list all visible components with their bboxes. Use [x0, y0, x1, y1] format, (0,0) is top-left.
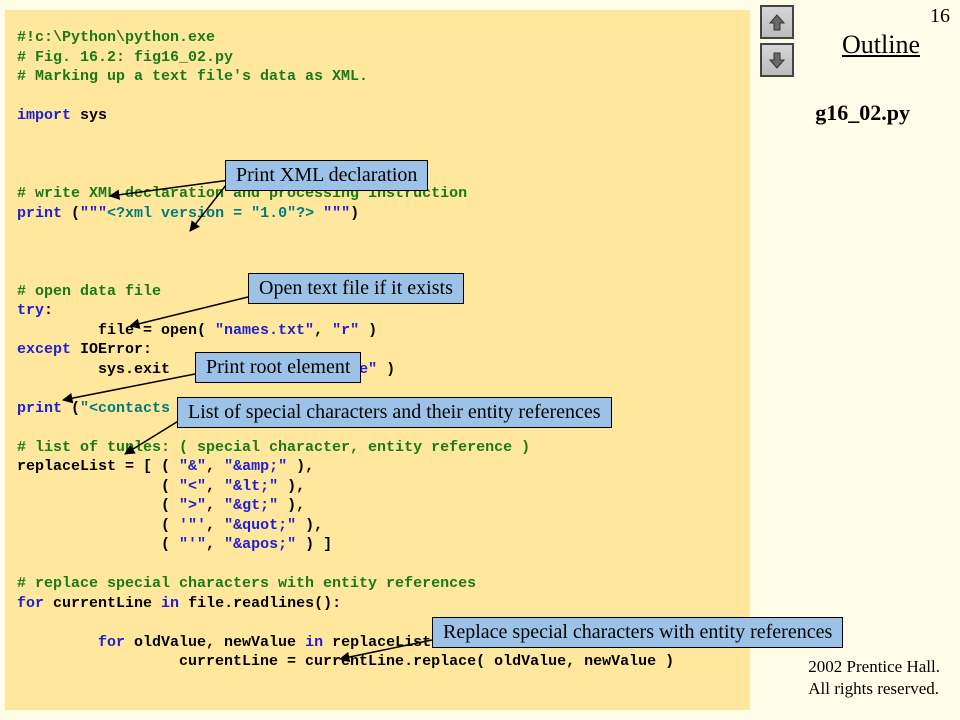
- page-number: 16: [930, 5, 950, 28]
- copyright-notice: 2002 Prentice Hall. All rights reserved.: [808, 656, 940, 700]
- line-2: # Fig. 16.2: fig16_02.py: [17, 49, 233, 66]
- copyright-line1: 2002 Prentice Hall.: [808, 657, 940, 676]
- line-28-for: for: [17, 595, 44, 612]
- line-3: # Marking up a text file's data as XML.: [17, 68, 368, 85]
- side-panel: 16 Outline g16_02.py 2002 Prentice Hall.…: [750, 5, 950, 715]
- callout-open-file: Open text file if it exists: [248, 273, 464, 304]
- copyright-line2: All rights reserved.: [808, 679, 939, 698]
- callout-print-root: Print root element: [195, 352, 361, 383]
- source-filename: g16_02.py: [815, 100, 910, 126]
- line-15-except: except: [17, 341, 71, 358]
- line-5-kw: import: [17, 107, 71, 124]
- outline-heading: Outline: [842, 30, 920, 60]
- line-31: currentLine = currentLine.replace( oldVa…: [17, 653, 674, 670]
- line-5-rest: sys: [71, 107, 107, 124]
- line-18-print: print: [17, 400, 62, 417]
- arrow-up-icon: [767, 12, 787, 32]
- callout-print-xml-decl: Print XML declaration: [225, 160, 428, 191]
- code-listing: #!c:\Python\python.exe # Fig. 16.2: fig1…: [5, 10, 750, 710]
- line-20: # list of tuples: ( special character, e…: [17, 439, 530, 456]
- nav-prev-button[interactable]: [760, 5, 794, 39]
- callout-replace-list: List of special characters and their ent…: [177, 397, 612, 428]
- line-27: # replace special characters with entity…: [17, 575, 476, 592]
- arrow-down-icon: [767, 50, 787, 70]
- line-9-print: print: [17, 205, 62, 222]
- line-13-try: try: [17, 302, 44, 319]
- line-1: #!c:\Python\python.exe: [17, 29, 215, 46]
- nav-next-button[interactable]: [760, 43, 794, 77]
- line-12: # open data file: [17, 283, 161, 300]
